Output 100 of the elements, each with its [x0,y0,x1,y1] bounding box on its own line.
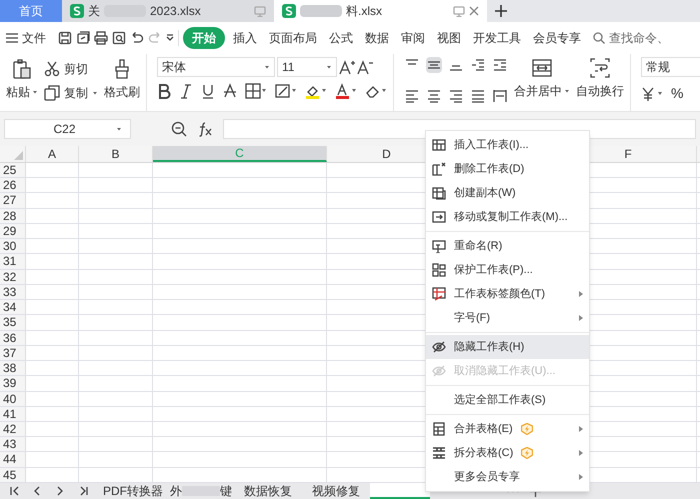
zoom-icon[interactable] [171,121,187,137]
dropdown-icon[interactable] [166,34,174,42]
font-color-icon[interactable] [335,83,357,99]
next-sheet-icon[interactable] [56,486,65,496]
hidden-eye-icon [432,340,446,354]
column-header[interactable]: A [26,146,79,162]
row-header[interactable]: 27 [0,193,26,208]
ribbon-tab[interactable]: 审阅 [397,29,429,47]
row-header[interactable]: 36 [0,330,26,345]
caret-icon[interactable] [92,90,98,96]
row-header[interactable]: 29 [0,224,26,238]
menu-item[interactable]: 更多会员专享 [426,465,589,489]
increase-font-icon[interactable] [339,59,355,75]
font-field[interactable]: 宋体 [157,57,275,77]
percent-button[interactable]: % [671,83,684,104]
decrease-font-icon[interactable] [357,59,373,75]
print-icon[interactable] [94,31,108,45]
ribbon-tab[interactable]: 会员专享 [529,29,585,47]
sheet-tab[interactable]: PDF转换器 [98,483,168,499]
row-header[interactable]: 40 [0,392,26,406]
menu-item[interactable]: 隐藏工作表(H) [426,335,589,359]
row-header[interactable]: 38 [0,361,26,376]
row-header[interactable]: 37 [0,346,26,360]
document-tab[interactable]: 料.xlsx [274,0,487,22]
cut-button[interactable]: 剪切 [44,60,98,78]
row-header[interactable]: 39 [0,376,26,391]
ribbon-tab[interactable]: 页面布局 [265,29,321,47]
ribbon-tab[interactable]: 开发工具 [469,29,525,47]
row-header[interactable]: 45 [0,468,26,482]
caret-icon[interactable] [326,64,332,70]
bold-icon[interactable] [157,83,171,99]
submenu-arrow-icon [579,315,583,321]
file-menu-button[interactable]: 文件 [6,29,54,47]
caret-icon[interactable] [264,64,270,70]
align-left-icon[interactable] [404,88,420,104]
menu-item[interactable]: 保护工作表(P)... [426,258,589,282]
strikethrough-icon[interactable] [223,83,237,99]
sheet-tab[interactable]: 外 键 [168,483,234,499]
row-header[interactable]: 43 [0,437,26,452]
document-tab[interactable]: 关 2023.xlsx [62,0,274,22]
name-box[interactable]: C22 [4,119,131,139]
last-sheet-icon[interactable] [79,486,88,496]
merge-center-button[interactable]: 合并居中 [514,57,570,111]
menu-item[interactable]: 工作表标签颜色(T) [426,282,589,306]
copy-button[interactable]: 复制 [44,84,98,102]
row-header[interactable]: 33 [0,284,26,300]
ribbon-tab[interactable]: 视图 [433,29,465,47]
borders-icon[interactable] [245,83,267,99]
number-format-field[interactable]: 常规 [641,57,700,77]
paste-button[interactable]: 粘贴 [6,58,38,111]
fill-pattern-icon[interactable] [275,83,297,99]
ribbon-tab[interactable]: 插入 [229,29,261,47]
ribbon-tab[interactable]: 公式 [325,29,357,47]
row-header[interactable]: 26 [0,178,26,192]
search-field[interactable]: 查找命令、 [593,29,669,47]
decrease-indent-icon[interactable] [470,57,486,73]
align-right-icon[interactable] [448,88,464,104]
menu-item[interactable]: 选定全部工作表(S) [426,388,589,412]
menu-item[interactable]: 合并表格(E) [426,417,589,441]
justify-icon[interactable] [470,88,486,104]
row-header[interactable]: 41 [0,406,26,421]
row-header[interactable]: 42 [0,422,26,436]
function-icon[interactable] [197,121,213,137]
sheet-tab[interactable]: 视频修复 [302,483,370,499]
plus-icon[interactable] [495,5,507,17]
wrap-text-button[interactable]: 自动换行 [576,57,624,111]
sheet-tab[interactable] [370,483,430,499]
close-icon[interactable] [469,6,479,16]
row-header[interactable]: 28 [0,208,26,223]
row-header[interactable]: 25 [0,163,26,178]
preview-icon[interactable] [112,31,126,45]
previous-sheet-icon[interactable] [33,486,42,496]
font-size-field[interactable]: 11 [277,57,337,77]
sheet-tab[interactable]: 数据恢复 [234,483,302,499]
underline-icon[interactable] [201,83,215,99]
distribute-icon[interactable] [492,88,508,104]
save-icon[interactable] [58,31,72,45]
align-center-icon[interactable] [426,88,442,104]
increase-indent-icon[interactable] [492,57,508,73]
caret-icon[interactable] [116,126,122,132]
currency-icon[interactable] [641,86,663,102]
first-sheet-icon[interactable] [10,486,19,496]
row-header[interactable]: 35 [0,315,26,330]
lightning-badge-icon [521,447,534,459]
menu-item[interactable]: 创建副本(W) [426,181,589,205]
menu-item[interactable]: 字号(F) [426,306,589,330]
menu-item[interactable]: 移动或复制工作表(M)... [426,205,589,229]
italic-icon[interactable] [179,83,193,99]
format-painter-button[interactable]: 格式刷 [104,58,140,111]
ribbon-tab[interactable]: 数据 [361,29,393,47]
row-header[interactable]: 34 [0,300,26,314]
menu-item[interactable]: 拆分表格(C) [426,441,589,465]
row-header[interactable]: 30 [0,239,26,254]
row-header[interactable]: 31 [0,254,26,269]
row-header[interactable]: 44 [0,452,26,467]
row-header[interactable]: 32 [0,270,26,284]
menu-item[interactable]: 重命名(R) [426,234,589,258]
undo-icon[interactable] [130,31,144,45]
export-icon[interactable] [76,31,90,45]
align-middle-icon[interactable] [426,57,442,73]
